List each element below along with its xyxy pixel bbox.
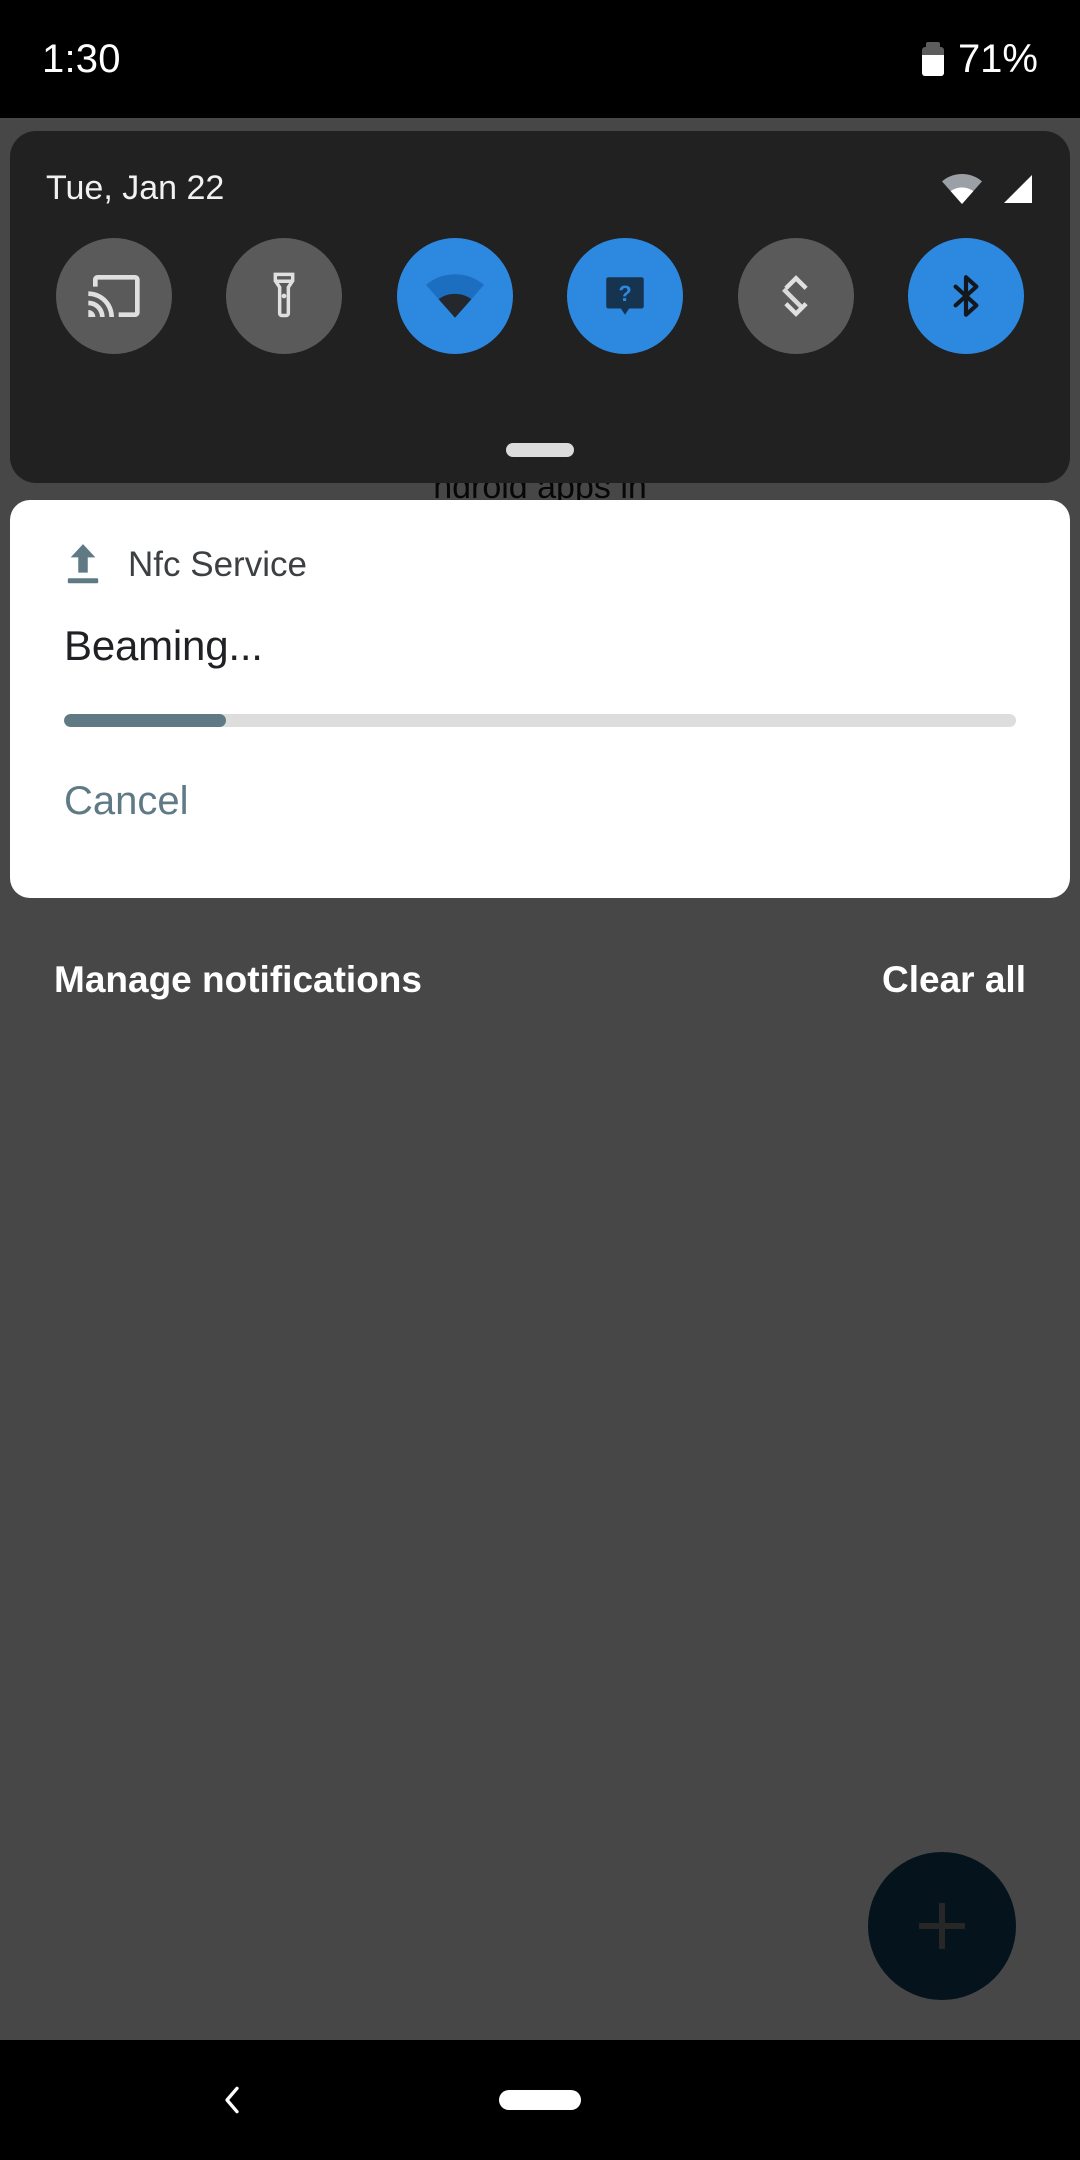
flashlight-icon xyxy=(258,270,310,322)
cell-signal-icon xyxy=(998,173,1034,205)
quick-settings-panel: Tue, Jan 22 ? xyxy=(10,131,1070,483)
question-mark-icon: ? xyxy=(600,271,650,321)
quick-settings-tiles: ? xyxy=(10,208,1070,354)
qs-status-icons xyxy=(942,173,1034,205)
status-bar: 1:30 71% xyxy=(0,0,1080,118)
svg-text:?: ? xyxy=(618,281,631,306)
cast-icon xyxy=(86,268,142,324)
qs-date-label: Tue, Jan 22 xyxy=(46,169,225,207)
unknown-tile[interactable]: ? xyxy=(567,238,684,354)
notification-title: Beaming... xyxy=(64,622,263,669)
cancel-button[interactable]: Cancel xyxy=(64,779,189,824)
drag-handle[interactable] xyxy=(506,443,574,457)
cast-tile[interactable] xyxy=(56,238,172,354)
notification-app-name: Nfc Service xyxy=(128,545,307,584)
notification-card[interactable]: Nfc Service Beaming... Cancel xyxy=(10,500,1070,898)
back-chevron-icon[interactable] xyxy=(212,2080,252,2120)
battery-percent-label: 71% xyxy=(957,36,1038,81)
navigation-bar xyxy=(0,2040,1080,2160)
wifi-icon xyxy=(942,173,982,204)
home-pill-icon[interactable] xyxy=(499,2090,581,2110)
manage-notifications-button[interactable]: Manage notifications xyxy=(54,959,422,1001)
status-bar-right: 71% xyxy=(921,36,1038,82)
clear-all-button[interactable]: Clear all xyxy=(882,959,1026,1001)
battery-icon xyxy=(921,42,944,76)
wifi-tile[interactable] xyxy=(396,238,513,354)
auto-rotate-icon xyxy=(769,269,823,323)
flashlight-tile[interactable] xyxy=(226,238,343,354)
progress-bar-track xyxy=(64,714,1016,727)
bluetooth-tile[interactable] xyxy=(907,238,1024,354)
wifi-icon xyxy=(425,274,484,318)
shade-footer: Manage notifications Clear all xyxy=(0,940,1080,1020)
status-clock: 1:30 xyxy=(42,36,121,81)
quick-settings-header: Tue, Jan 22 xyxy=(10,131,1070,208)
auto-rotate-tile[interactable] xyxy=(737,238,854,354)
notification-app-row: Nfc Service xyxy=(64,500,1016,588)
upload-icon xyxy=(64,542,102,588)
bluetooth-icon xyxy=(941,268,991,324)
progress-bar-fill xyxy=(64,714,226,727)
